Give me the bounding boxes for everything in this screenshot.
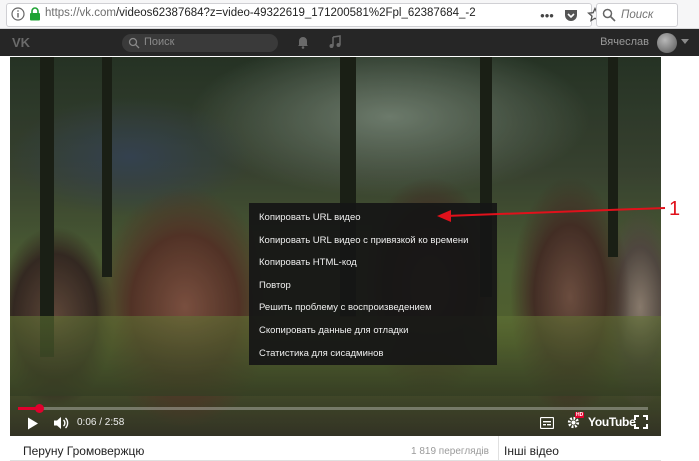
menu-item-stats[interactable]: Статистика для сисадминов — [249, 343, 497, 366]
video-title: Перуну Громовержцю — [23, 444, 145, 458]
browser-search[interactable] — [596, 3, 678, 27]
browser-search-input[interactable] — [619, 6, 677, 24]
search-icon — [128, 37, 140, 49]
fullscreen-icon[interactable] — [634, 415, 648, 429]
menu-item-copy-debug[interactable]: Скопировать данные для отладки — [249, 320, 497, 343]
menu-item-copy-html[interactable]: Копировать HTML-код — [249, 252, 497, 275]
svg-text:VK: VK — [12, 35, 31, 49]
captions-icon[interactable] — [540, 417, 554, 429]
url-text[interactable]: https://vk.com/videos62387684?z=video-49… — [45, 7, 476, 19]
info-icon[interactable] — [11, 7, 25, 21]
video-info-bar: Перуну Громовержцю 1 819 переглядів Інші… — [10, 436, 661, 461]
lock-icon[interactable] — [29, 7, 41, 21]
url-path: /videos62387684?z=video-49322619_1712005… — [115, 7, 476, 19]
pocket-icon[interactable] — [563, 7, 579, 23]
address-bar[interactable]: https://vk.com/videos62387684?z=video-49… — [6, 3, 603, 27]
menu-item-loop[interactable]: Повтор — [249, 275, 497, 298]
avatar[interactable] — [657, 33, 677, 53]
video-context-menu: Копировать URL видео Копировать URL виде… — [249, 203, 497, 365]
time-display: 0:06 / 2:58 — [77, 417, 125, 428]
player-controls: 0:06 / 2:58 HD YouTube — [10, 404, 661, 436]
music-icon[interactable] — [328, 35, 342, 49]
url-host: https://vk.com — [45, 7, 116, 19]
progress-knob[interactable] — [34, 404, 44, 413]
progress-bar[interactable] — [18, 404, 648, 413]
vk-header: VK Поиск Вячеслав — [0, 29, 699, 56]
menu-item-copy-url-time[interactable]: Копировать URL видео с привязкой ко врем… — [249, 230, 497, 253]
menu-item-copy-url[interactable]: Копировать URL видео — [249, 207, 497, 230]
divider — [498, 436, 499, 460]
vk-logo-icon[interactable]: VK — [12, 35, 34, 49]
hd-badge: HD — [575, 412, 585, 418]
view-count: 1 819 переглядів — [411, 446, 489, 457]
right-gutter — [661, 57, 699, 460]
browser-toolbar: https://vk.com/videos62387684?z=video-49… — [0, 0, 699, 29]
volume-icon[interactable] — [53, 416, 69, 430]
menu-item-troubleshoot[interactable]: Решить проблему с воспроизведением — [249, 297, 497, 320]
vk-search-field[interactable]: Поиск — [122, 34, 278, 52]
other-videos-heading: Інші відео — [504, 444, 559, 458]
more-actions-icon[interactable]: ••• — [539, 7, 555, 23]
youtube-logo[interactable]: YouTube — [588, 415, 636, 429]
annotation-label: 1 — [669, 198, 681, 220]
left-gutter — [0, 57, 10, 460]
user-name[interactable]: Вячеслав — [600, 36, 649, 48]
play-icon[interactable] — [27, 417, 39, 430]
chevron-down-icon[interactable] — [681, 39, 689, 44]
bell-icon[interactable] — [296, 35, 310, 49]
vk-search-placeholder: Поиск — [144, 36, 175, 48]
search-icon — [602, 8, 616, 22]
url-actions: ••• — [539, 6, 603, 24]
